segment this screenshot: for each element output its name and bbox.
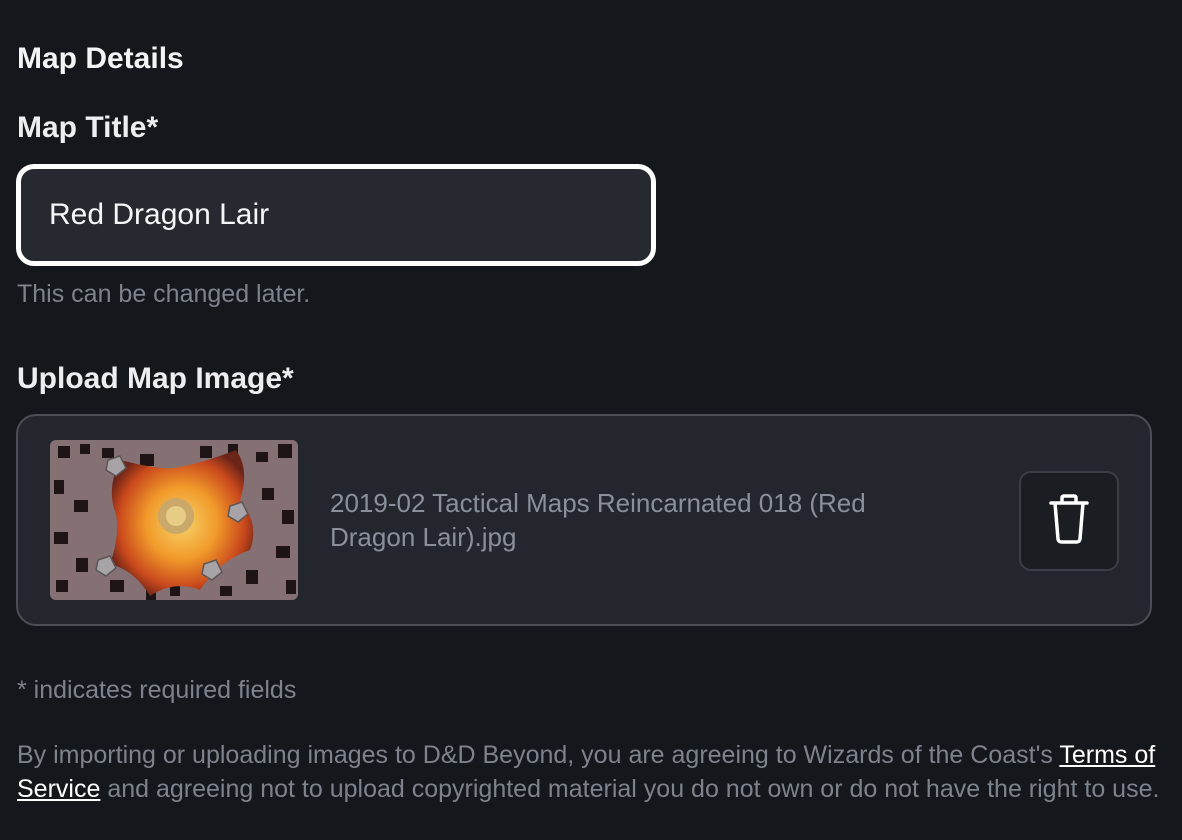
uploaded-file-name: 2019-02 Tactical Maps Reincarnated 018 (… xyxy=(330,488,866,552)
map-title-label: Map Title* xyxy=(17,111,159,144)
map-details-page: Map Details Map Title* This can be chang… xyxy=(0,0,1182,840)
map-title-input[interactable] xyxy=(16,164,656,266)
trash-icon xyxy=(1047,493,1091,550)
required-fields-note: * indicates required fields xyxy=(17,676,297,704)
legal-text-before: By importing or uploading images to D&D … xyxy=(17,741,1060,769)
section-title: Map Details xyxy=(17,42,184,75)
uploaded-file-card: 2019-02 Tactical Maps Reincarnated 018 (… xyxy=(16,414,1152,626)
delete-file-button[interactable] xyxy=(1019,471,1119,571)
legal-notice: By importing or uploading images to D&D … xyxy=(17,738,1167,806)
upload-map-image-label: Upload Map Image* xyxy=(17,362,294,395)
legal-text-after: and agreeing not to upload copyrighted m… xyxy=(100,775,1160,803)
map-thumbnail xyxy=(50,440,298,600)
map-title-hint: This can be changed later. xyxy=(17,280,311,308)
